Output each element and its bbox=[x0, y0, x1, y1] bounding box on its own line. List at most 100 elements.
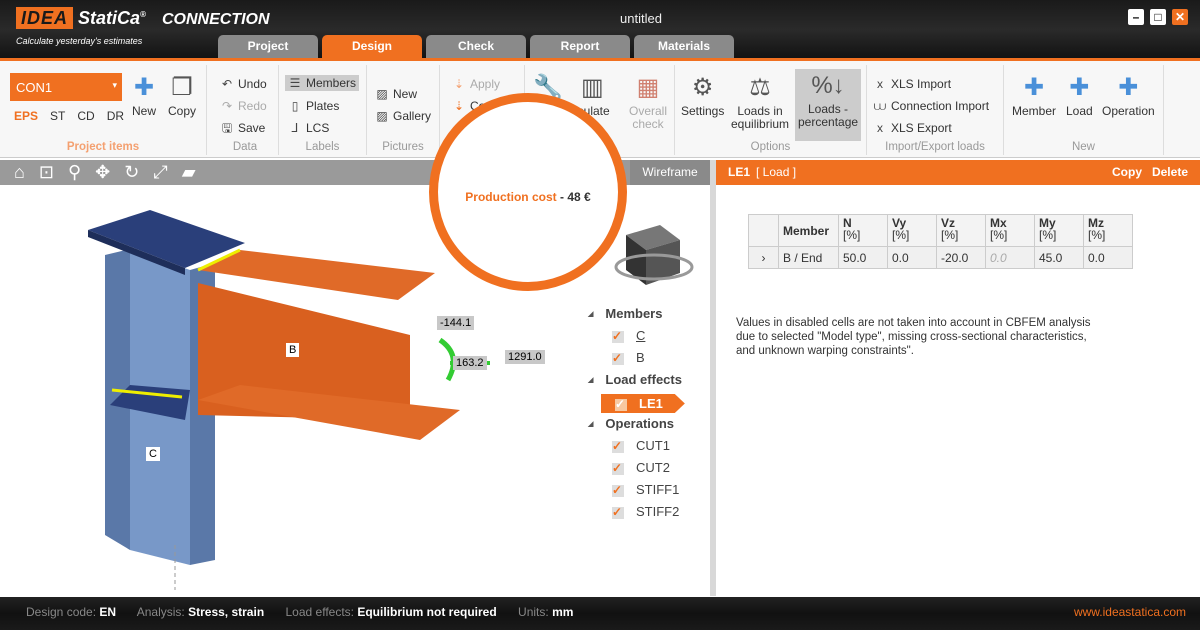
column-header: Vz [%] bbox=[936, 214, 986, 247]
members-icon: ☰ bbox=[289, 76, 301, 90]
force-label: 163.2 bbox=[453, 356, 487, 370]
copy-op-icon: ⇣ bbox=[453, 99, 465, 113]
new-picture-button[interactable]: ▨ New bbox=[375, 87, 417, 101]
close-button[interactable]: ✕ bbox=[1172, 9, 1188, 25]
maximize-button[interactable]: □ bbox=[1150, 9, 1166, 25]
member-label-c: C bbox=[146, 447, 160, 461]
new-operation-button[interactable]: ✚ Operation bbox=[1102, 71, 1155, 118]
labels-members-button[interactable]: ☰ Members bbox=[285, 75, 360, 91]
pan-icon[interactable]: ✥ bbox=[95, 162, 110, 183]
mode-eps[interactable]: EPS bbox=[14, 109, 38, 123]
group-new: ✚ Member ✚ Load ✚ Operation New bbox=[1004, 65, 1164, 155]
tree-item-cut1[interactable]: ✓ CUT1 bbox=[612, 438, 670, 453]
tree-item-b[interactable]: ✓ B bbox=[612, 350, 645, 365]
tree-operations[interactable]: Operations bbox=[588, 416, 674, 431]
settings-button[interactable]: ⚙ Settings bbox=[681, 71, 724, 118]
new-member-button[interactable]: ✚ Member bbox=[1012, 71, 1056, 118]
logo: IDEA StatiCa® CONNECTION bbox=[16, 7, 270, 29]
save-button[interactable]: 🖫 Save bbox=[220, 121, 265, 135]
overall-check-button[interactable]: ▦ Overall check bbox=[629, 71, 667, 131]
tab-check[interactable]: Check bbox=[426, 35, 526, 58]
labels-lcs-button[interactable]: ⅃ LCS bbox=[288, 121, 330, 135]
group-label: Project items bbox=[66, 141, 140, 153]
table-row[interactable]: › B / End 50.0 0.0 -20.0 0.0 45.0 0.0 bbox=[748, 246, 1133, 269]
save-icon: 🖫 bbox=[221, 121, 233, 135]
connection-import-button[interactable]: ⩊ Connection Import bbox=[873, 99, 989, 113]
render-icon[interactable]: ▰ bbox=[182, 162, 196, 183]
product-name: CONNECTION bbox=[161, 11, 270, 28]
connection-select[interactable]: CON1 bbox=[10, 73, 122, 101]
copy-connection-button[interactable]: ❐ Copy bbox=[168, 71, 196, 118]
loads-percentage-button[interactable]: %↓ Loads - percentage bbox=[795, 69, 862, 141]
rotate-icon[interactable]: ↻ bbox=[124, 162, 139, 183]
tab-design[interactable]: Design bbox=[322, 35, 422, 58]
delete-button[interactable]: Delete bbox=[1152, 160, 1188, 185]
cell-vz[interactable]: -20.0 bbox=[936, 246, 986, 269]
xls-export-button[interactable]: x XLS Export bbox=[873, 121, 952, 135]
checkbox[interactable]: ✓ bbox=[612, 330, 624, 343]
labels-plates-button[interactable]: ▯ Plates bbox=[288, 99, 340, 113]
new-load-button[interactable]: ✚ Load bbox=[1066, 71, 1093, 118]
checkbox[interactable]: ✓ bbox=[612, 462, 624, 475]
tree-item-cut2[interactable]: ✓ CUT2 bbox=[612, 460, 670, 475]
website-link[interactable]: www.ideastatica.com bbox=[1074, 597, 1186, 627]
cell-vy[interactable]: 0.0 bbox=[887, 246, 937, 269]
tree-item-c[interactable]: ✓ C bbox=[612, 328, 645, 343]
calculate-icon: ▥ bbox=[581, 74, 604, 101]
member-icon: ✚ bbox=[1023, 74, 1045, 101]
copy-button[interactable]: Copy bbox=[1112, 160, 1142, 185]
group-label: New bbox=[1071, 141, 1095, 153]
tagline: Calculate yesterday's estimates bbox=[16, 36, 143, 46]
xls-import-button[interactable]: x XLS Import bbox=[873, 77, 951, 91]
loads-equilibrium-button[interactable]: ⚖ Loads in equilibrium bbox=[731, 71, 789, 131]
checkbox[interactable]: ✓ bbox=[612, 352, 624, 365]
home-icon[interactable]: ⌂ bbox=[14, 162, 25, 183]
tree-item-le1[interactable]: ✓ LE1 bbox=[601, 394, 685, 413]
group-label: Options bbox=[750, 141, 791, 153]
header-spacer bbox=[748, 214, 779, 247]
cell-my[interactable]: 45.0 bbox=[1034, 246, 1084, 269]
cell-member[interactable]: B / End bbox=[778, 246, 839, 269]
connection-icon: ⩊ bbox=[873, 99, 887, 113]
tree-load-effects[interactable]: Load effects bbox=[588, 372, 682, 387]
zoom-window-icon[interactable]: ⊡ bbox=[39, 162, 54, 183]
zoom-icon[interactable]: ⚲ bbox=[68, 162, 81, 183]
gallery-button[interactable]: ▨ Gallery bbox=[375, 109, 431, 123]
new-icon: ✚ bbox=[133, 74, 155, 101]
cell-n[interactable]: 50.0 bbox=[838, 246, 888, 269]
tab-project[interactable]: Project bbox=[218, 35, 318, 58]
mode-dr[interactable]: DR bbox=[107, 109, 124, 123]
load-icon: ✚ bbox=[1069, 74, 1090, 101]
tab-materials[interactable]: Materials bbox=[634, 35, 734, 58]
redo-button[interactable]: ↷ Redo bbox=[220, 99, 267, 113]
mode-st[interactable]: ST bbox=[50, 109, 65, 123]
percent-icon: %↓ bbox=[811, 72, 845, 99]
undo-button[interactable]: ↶ Undo bbox=[220, 77, 267, 91]
splitter[interactable] bbox=[710, 160, 716, 596]
excel-icon: x bbox=[877, 77, 883, 91]
mode-cd[interactable]: CD bbox=[77, 109, 94, 123]
tab-report[interactable]: Report bbox=[530, 35, 630, 58]
wireframe-button[interactable]: Wireframe bbox=[630, 160, 710, 185]
tree-item-stiff1[interactable]: ✓ STIFF1 bbox=[612, 482, 679, 497]
panel-type: [ Load ] bbox=[756, 165, 797, 179]
tree-members[interactable]: Members bbox=[588, 306, 662, 321]
group-label: Pictures bbox=[382, 141, 424, 153]
checkbox[interactable]: ✓ bbox=[612, 506, 624, 519]
fit-icon[interactable]: ⤢ bbox=[153, 162, 167, 183]
plates-icon: ▯ bbox=[291, 99, 299, 113]
group-import-export: x XLS Import ⩊ Connection Import x XLS Expo… bbox=[867, 65, 1004, 155]
new-connection-button[interactable]: ✚ New bbox=[132, 71, 156, 118]
apply-button[interactable]: ⇣ Apply bbox=[452, 77, 500, 91]
group-project-items: CON1 EPS ST CD DR ✚New ❐Copy Project ite… bbox=[0, 65, 207, 155]
group-options: ⚙ Settings ⚖ Loads in equilibrium %↓ Loads -… bbox=[675, 65, 867, 155]
redo-icon: ↷ bbox=[221, 99, 233, 113]
checkbox[interactable]: ✓ bbox=[612, 484, 624, 497]
minimize-button[interactable]: – bbox=[1128, 9, 1144, 25]
cell-mz[interactable]: 0.0 bbox=[1083, 246, 1133, 269]
checkbox[interactable]: ✓ bbox=[615, 398, 627, 411]
tree-item-stiff2[interactable]: ✓ STIFF2 bbox=[612, 504, 679, 519]
checkbox[interactable]: ✓ bbox=[612, 440, 624, 453]
group-pictures: ▨ New ▨ Gallery Pictures bbox=[367, 65, 440, 155]
row-expand-icon[interactable]: › bbox=[748, 246, 779, 269]
